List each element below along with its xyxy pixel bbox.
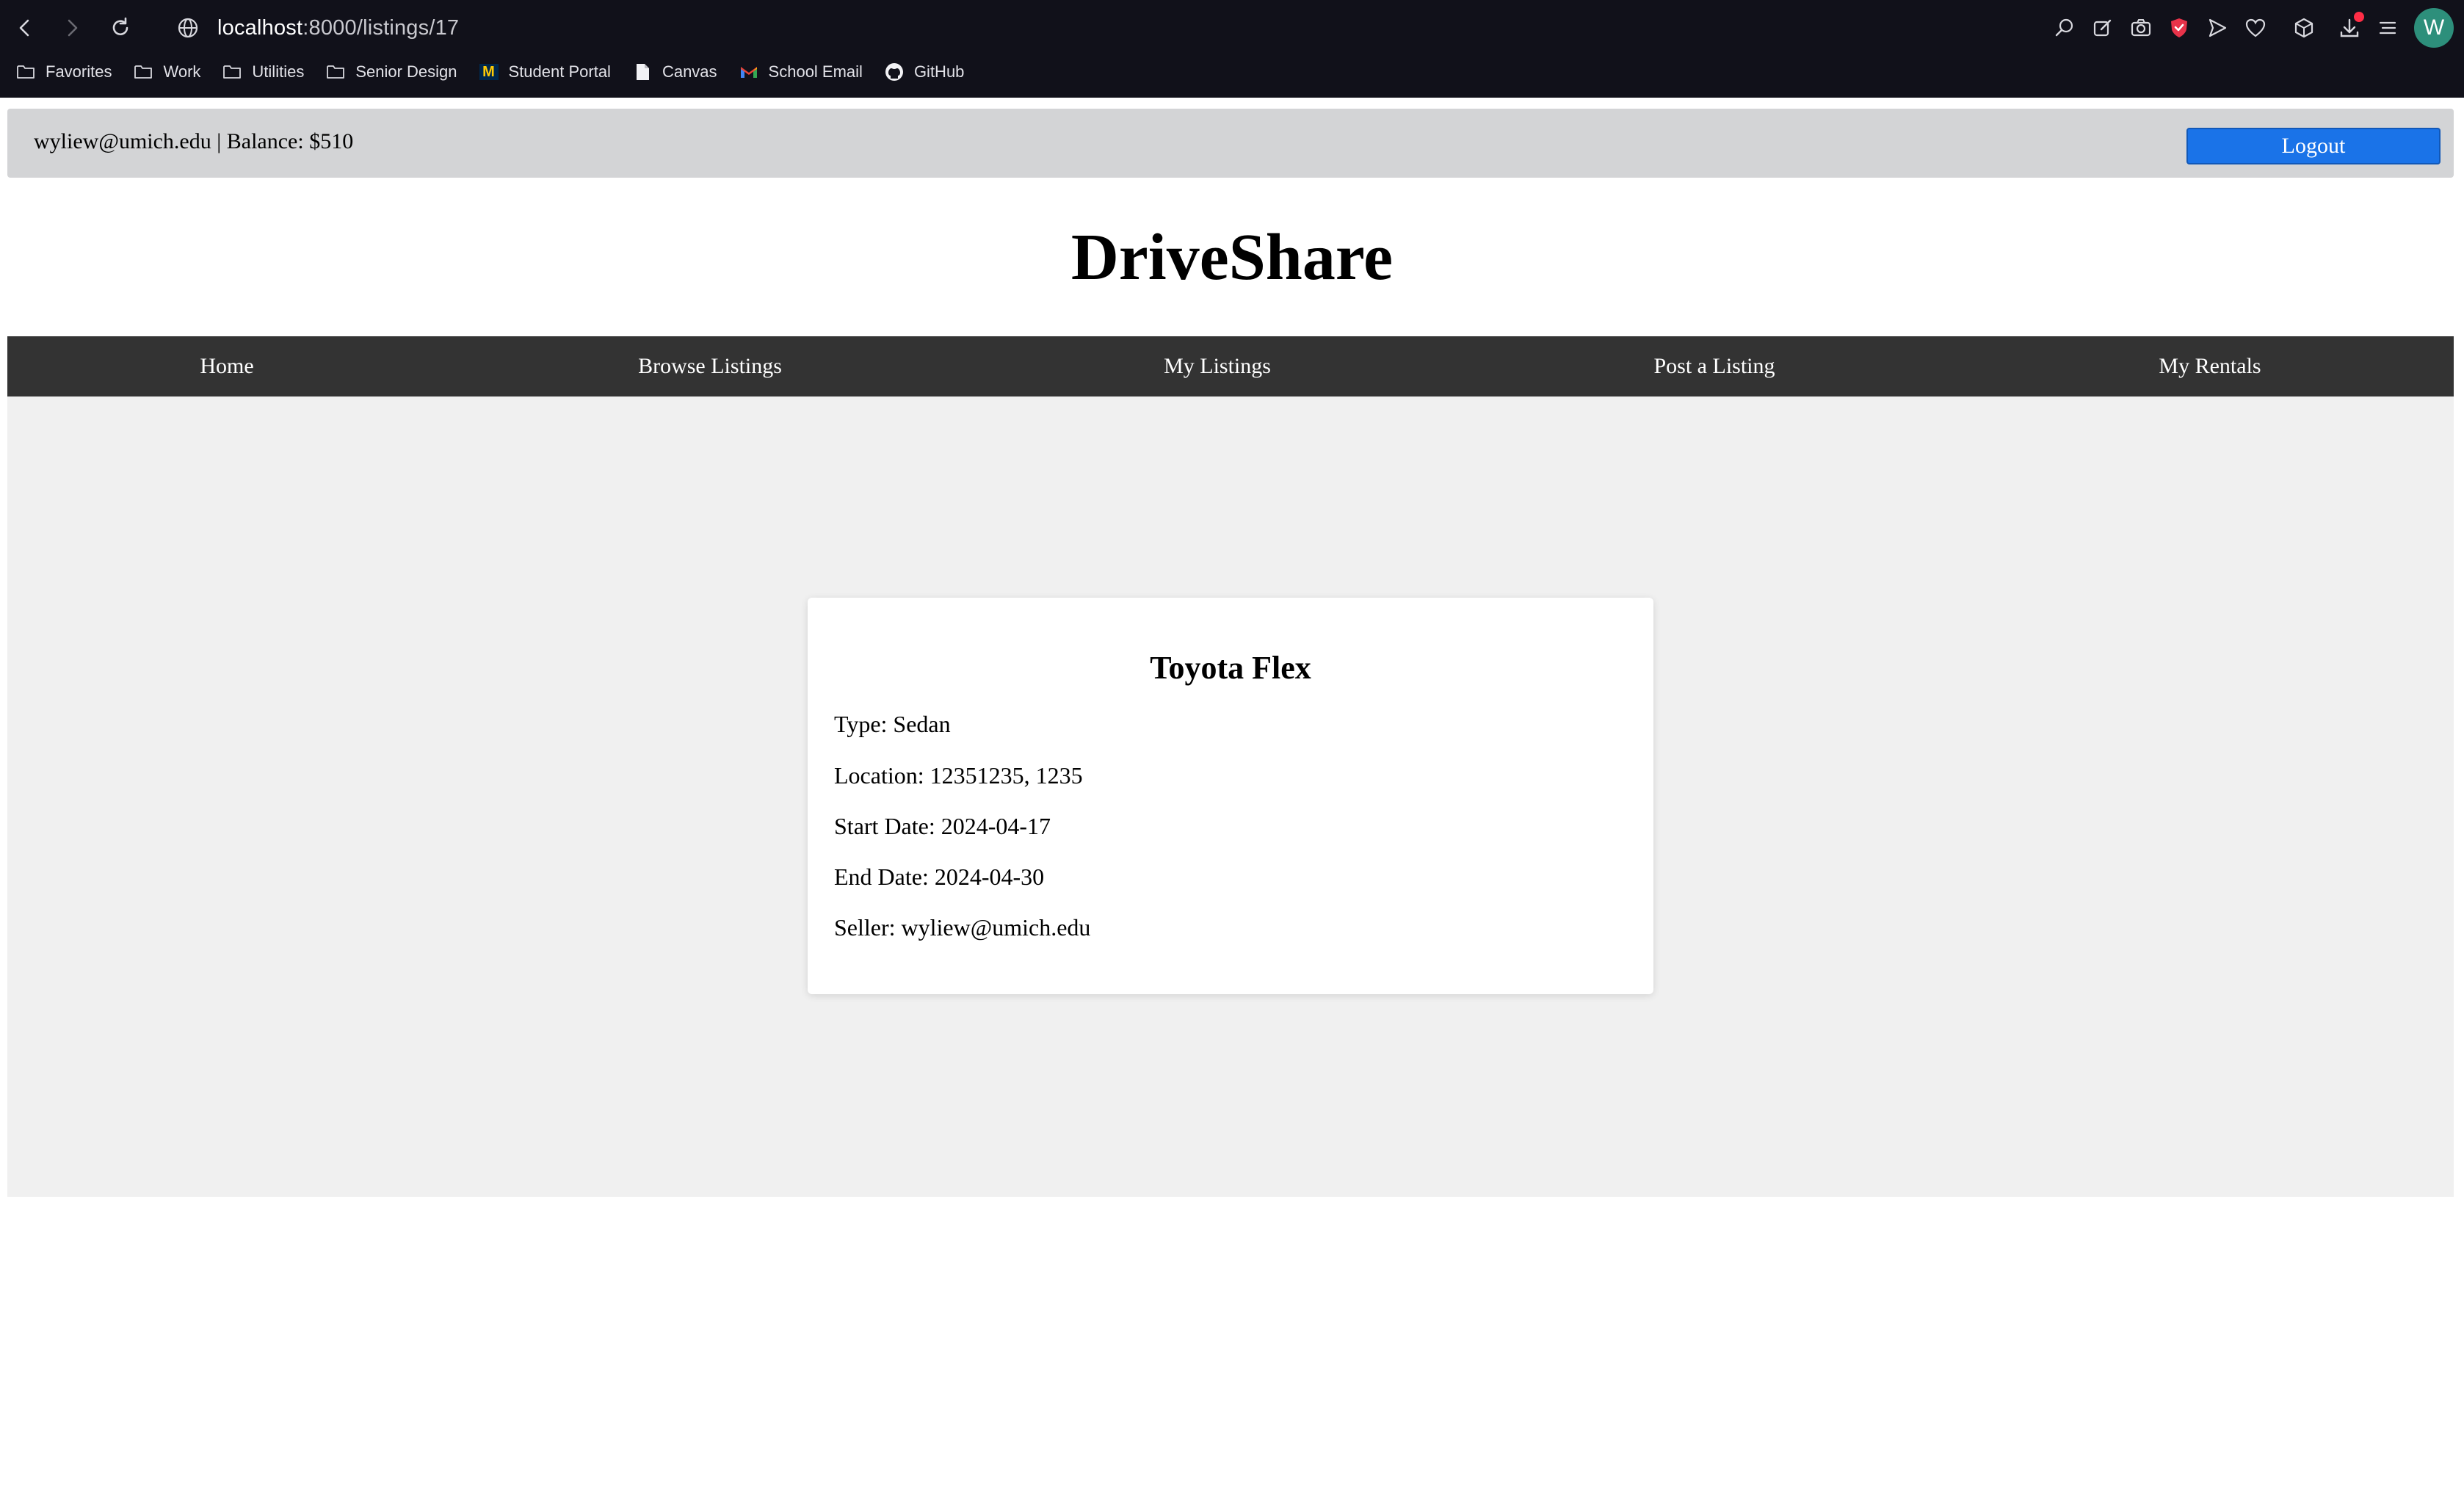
user-info: wyliew@umich.edu | Balance: $510 <box>34 129 354 153</box>
profile-avatar[interactable]: W <box>2414 8 2454 48</box>
browser-toolbar: W <box>2046 7 2464 48</box>
downloads-button[interactable] <box>2330 9 2369 47</box>
menu-icon <box>2379 21 2396 35</box>
screenshot-button[interactable] <box>2122 9 2160 47</box>
listing-title: Toyota Flex <box>1150 650 1311 686</box>
nav-post-a-listing[interactable]: Post a Listing <box>1653 336 1775 396</box>
chevron-right-icon <box>68 19 78 37</box>
bookmark-work[interactable]: Work <box>134 62 200 82</box>
folder-icon <box>134 65 153 79</box>
bookmark-label: GitHub <box>913 62 965 81</box>
reload-icon <box>112 17 128 35</box>
bookmark-school-email[interactable]: School Email <box>739 62 863 82</box>
edit-icon <box>2093 19 2112 37</box>
bookmark-label: Canvas <box>662 62 717 81</box>
back-button[interactable] <box>7 10 43 46</box>
address-bar[interactable]: localhost:8000/listings/17 <box>176 10 459 46</box>
folder-icon <box>327 65 345 79</box>
url-path: :8000/listings/17 <box>302 15 460 40</box>
send-button[interactable] <box>2198 9 2236 47</box>
bookmark-label: Senior Design <box>355 62 457 81</box>
bookmark-label: School Email <box>768 62 863 81</box>
gmail-icon <box>740 67 757 78</box>
search-tabs-button[interactable] <box>2046 9 2084 47</box>
bookmark-senior-design[interactable]: Senior Design <box>326 62 457 82</box>
shield-extension-button[interactable] <box>2160 9 2198 47</box>
bookmark-canvas[interactable]: Canvas <box>633 62 717 82</box>
listing-type: Type: Sedan <box>834 711 951 737</box>
chevron-left-icon <box>19 19 29 37</box>
bookmarks-bar: Favorites Work Utilities Senior Design M… <box>16 56 964 88</box>
url-text[interactable]: localhost:8000/listings/17 <box>217 16 459 40</box>
listing-card: Toyota Flex Type: Sedan Location: 123512… <box>808 598 1653 994</box>
cube-icon <box>2294 18 2313 38</box>
notification-badge <box>2354 12 2364 22</box>
menu-button[interactable] <box>2369 9 2407 47</box>
globe-icon <box>178 18 198 38</box>
heart-icon <box>2245 18 2266 37</box>
listing-location: Location: 12351235, 1235 <box>834 762 1083 789</box>
camera-icon <box>2131 19 2151 37</box>
github-icon <box>885 63 903 81</box>
browser-chrome: localhost:8000/listings/17 W Favorites W… <box>0 0 2464 98</box>
send-icon <box>2208 18 2227 37</box>
site-title: DriveShare <box>1070 221 1394 294</box>
bookmark-label: Student Portal <box>508 62 611 81</box>
bookmark-label: Favorites <box>46 62 112 81</box>
folder-icon <box>223 65 242 79</box>
edit-button[interactable] <box>2084 9 2122 47</box>
umich-m-icon: M <box>479 64 499 80</box>
logout-button[interactable]: Logout <box>2186 128 2441 164</box>
nav-home[interactable]: Home <box>200 336 253 396</box>
search-icon <box>2055 18 2073 37</box>
shield-icon <box>2171 18 2187 37</box>
listing-end-date: End Date: 2024-04-30 <box>834 863 1045 890</box>
nav-my-rentals[interactable]: My Rentals <box>2159 336 2261 396</box>
bookmark-favorites[interactable]: Favorites <box>16 62 112 82</box>
bookmark-utilities[interactable]: Utilities <box>222 62 304 82</box>
url-host: localhost <box>217 15 303 40</box>
extensions-button[interactable] <box>2285 9 2323 47</box>
listing-seller: Seller: wyliew@umich.edu <box>834 914 1091 941</box>
nav-browse-listings[interactable]: Browse Listings <box>638 336 782 396</box>
main-nav: Home Browse Listings My Listings Post a … <box>7 336 2454 396</box>
document-icon <box>636 64 649 80</box>
nav-my-listings[interactable]: My Listings <box>1164 336 1271 396</box>
bookmark-label: Utilities <box>252 62 305 81</box>
listing-start-date: Start Date: 2024-04-17 <box>834 813 1051 839</box>
forward-button[interactable] <box>54 10 90 46</box>
content-area: Toyota Flex Type: Sedan Location: 123512… <box>7 396 2454 1197</box>
user-bar: wyliew@umich.edu | Balance: $510 Logout <box>7 109 2454 178</box>
reload-button[interactable] <box>103 10 138 46</box>
bookmark-github[interactable]: GitHub <box>885 62 964 82</box>
favorite-button[interactable] <box>2236 9 2275 47</box>
bookmark-student-portal[interactable]: M Student Portal <box>479 62 611 82</box>
bookmark-label: Work <box>163 62 201 81</box>
folder-icon <box>17 65 35 79</box>
